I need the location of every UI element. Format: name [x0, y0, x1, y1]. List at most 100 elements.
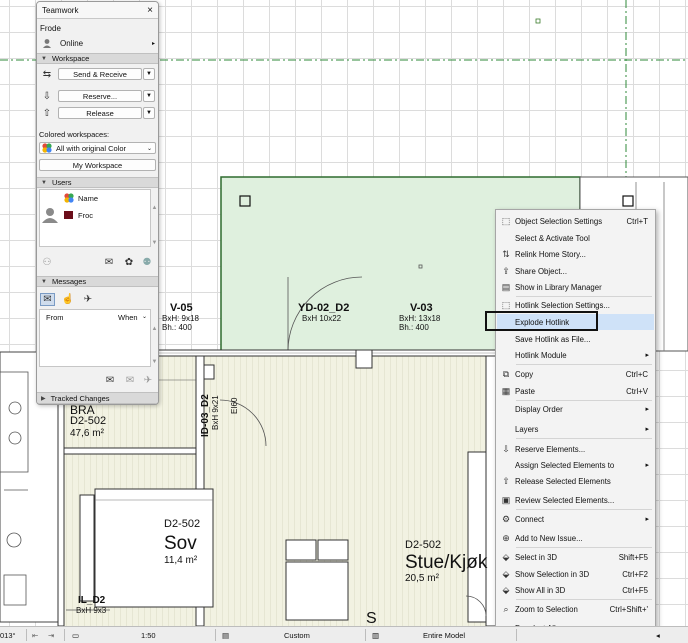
- send-receive-dropdown[interactable]: ▼: [143, 68, 155, 80]
- expand-caret-icon: ▶: [41, 395, 46, 402]
- menu-item-reserve-elements[interactable]: ⇩ Reserve Elements...: [497, 441, 654, 457]
- menu-item-label: Reserve Elements...: [515, 444, 586, 454]
- menu-separator: [516, 437, 652, 439]
- workspace-section-header[interactable]: ▼ Workspace: [37, 53, 158, 64]
- model-filter-icon[interactable]: ▥: [372, 627, 379, 643]
- room-name-stue: Stue/Kjøk: [405, 552, 488, 573]
- menu-item-shortcut: Ctrl+F5: [622, 585, 648, 595]
- my-workspace-button[interactable]: My Workspace: [39, 159, 156, 171]
- window-height-v03: Bh.: 400: [399, 323, 429, 332]
- messages-column-when: When: [118, 313, 138, 322]
- menu-item-connect[interactable]: ⚙ Connect ▸: [497, 511, 654, 527]
- menu-item-hotlink-selection-settings[interactable]: ⬚ Hotlink Selection Settings...: [497, 297, 654, 313]
- user-status-icon: [43, 39, 51, 48]
- color-mode-select[interactable]: All with original Color ⌄: [39, 142, 156, 154]
- messages-inbox-icon[interactable]: ✉: [40, 293, 55, 306]
- menu-item-icon: ⬚: [501, 215, 511, 226]
- status-menu-arrow-icon[interactable]: ▸: [152, 40, 155, 47]
- color-wheel-icon[interactable]: ✿: [123, 256, 135, 268]
- menu-item-layers[interactable]: Layers ▸: [497, 421, 654, 437]
- users-header-label: Users: [51, 178, 72, 187]
- window-tag-v03: V-03: [410, 302, 433, 314]
- online-status-row[interactable]: Online ▸: [37, 37, 158, 49]
- room-area-stue: 20,5 m²: [405, 573, 439, 584]
- undo-icon[interactable]: ⇤: [32, 627, 38, 643]
- menu-item-share-object[interactable]: ⇪ Share Object...: [497, 263, 654, 279]
- teamwork-title: Teamwork: [42, 5, 79, 15]
- send-receive-button[interactable]: Send & Receive: [58, 68, 142, 80]
- menu-item-show-all-in-3d[interactable]: ⬙ Show All in 3D Ctrl+F5: [497, 582, 654, 598]
- menu-item-icon: ⇅: [502, 248, 510, 259]
- reply-icon[interactable]: ✉: [123, 374, 137, 386]
- window-tag-il: IL_D2: [78, 595, 106, 606]
- menu-item-shortcut: Ctrl+F2: [622, 569, 648, 579]
- menu-item-label: Display Order: [515, 404, 563, 414]
- submenu-arrow-icon: ▸: [645, 516, 649, 523]
- messages-section-header[interactable]: ▼ Messages: [37, 276, 158, 287]
- menu-item-zoom-to-selection[interactable]: ⌕ Zoom to Selection Ctrl+Shift+': [497, 601, 654, 617]
- scroll-down-icon[interactable]: ▼: [151, 359, 158, 365]
- user-list-entry[interactable]: Froc: [78, 211, 93, 220]
- pen-set-value[interactable]: Custom: [284, 627, 310, 643]
- release-dropdown[interactable]: ▼: [143, 107, 155, 119]
- menu-item-object-selection-settings[interactable]: ⬚ Object Selection Settings Ctrl+T: [497, 213, 654, 229]
- menu-item-select-in-3d[interactable]: ⬙ Select in 3D Shift+F5: [497, 549, 654, 565]
- menu-item-add-to-new-issue[interactable]: ⊕ Add to New Issue...: [497, 530, 654, 546]
- user-avatar-icon: [42, 208, 58, 223]
- menu-item-review-selected-elements[interactable]: ▣ Review Selected Elements...: [497, 492, 654, 508]
- send-message-icon[interactable]: ✉: [103, 256, 115, 268]
- new-message-icon[interactable]: ✉: [103, 374, 117, 386]
- reserve-icon: ⇩: [42, 90, 52, 102]
- menu-item-paste[interactable]: ▦ Paste Ctrl+V: [497, 383, 654, 399]
- menu-item-icon: ⧉: [502, 368, 510, 379]
- menu-item-label: Assign Selected Elements to: [515, 460, 615, 470]
- scroll-down-icon[interactable]: ▼: [151, 240, 158, 246]
- scale-value[interactable]: 1:50: [141, 627, 156, 643]
- user-group-icon[interactable]: ⚇: [41, 256, 53, 268]
- status-bar: 013° ⇤ ⇥ ▭ 1:50 ▤ Custom ▥ Entire Model …: [0, 626, 688, 643]
- menu-item-save-hotlink-as-file[interactable]: Save Hotlink as File...: [497, 331, 654, 347]
- menu-item-label: Connect: [515, 514, 545, 524]
- menu-item-explode-hotlink[interactable]: Explode Hotlink: [497, 314, 654, 330]
- menu-item-hotlink-module[interactable]: Hotlink Module ▸: [497, 347, 654, 363]
- model-filter-value[interactable]: Entire Model: [423, 627, 465, 643]
- pen-set-icon[interactable]: ▤: [222, 627, 229, 643]
- close-icon[interactable]: ×: [147, 5, 153, 16]
- forward-icon[interactable]: ✈: [141, 374, 155, 386]
- menu-item-display-order[interactable]: Display Order ▸: [497, 401, 654, 417]
- redo-icon[interactable]: ⇥: [48, 627, 54, 643]
- user-settings-icon[interactable]: ⚉: [141, 256, 153, 268]
- menu-item-show-selection-in-3d[interactable]: ⬙ Show Selection in 3D Ctrl+F2: [497, 566, 654, 582]
- teamwork-user-name: Frode: [40, 23, 61, 33]
- menu-item-select-activate-tool[interactable]: Select & Activate Tool: [497, 230, 654, 246]
- teamwork-title-bar[interactable]: Teamwork ×: [37, 2, 158, 19]
- tracked-changes-header[interactable]: ▶ Tracked Changes: [37, 392, 158, 404]
- menu-item-icon: ▦: [501, 385, 511, 396]
- menu-item-shortcut: Ctrl+T: [626, 216, 648, 226]
- users-list[interactable]: Name Froc: [39, 189, 151, 247]
- messages-list[interactable]: From When ⌄: [39, 309, 151, 367]
- submenu-arrow-icon: ▸: [645, 462, 649, 469]
- reserve-dropdown[interactable]: ▼: [143, 90, 155, 102]
- menu-item-show-in-library-manager[interactable]: ▤ Show in Library Manager: [497, 279, 654, 295]
- menu-item-relink-home-story[interactable]: ⇅ Relink Home Story...: [497, 246, 654, 262]
- scroll-up-icon[interactable]: ▲: [151, 205, 158, 211]
- menu-item-label: Paste: [515, 386, 535, 396]
- requests-icon[interactable]: ☝: [61, 293, 75, 306]
- sent-messages-icon[interactable]: ✈: [81, 293, 95, 306]
- menu-item-shortcut: Ctrl+C: [625, 369, 648, 379]
- menu-item-release-selected-elements[interactable]: ⇧ Release Selected Elements: [497, 473, 654, 489]
- menu-item-copy[interactable]: ⧉ Copy Ctrl+C: [497, 366, 654, 382]
- scroll-up-icon[interactable]: ▲: [151, 326, 158, 332]
- reserve-button[interactable]: Reserve...: [58, 90, 142, 102]
- menu-scroll-arrow-icon[interactable]: ◂: [656, 627, 660, 643]
- colored-workspaces-label: Colored workspaces:: [39, 129, 110, 139]
- scale-icon[interactable]: ▭: [72, 627, 79, 643]
- room-code-bra: D2-502: [70, 415, 107, 427]
- menu-item-assign-selected-elements-to[interactable]: Assign Selected Elements to ▸: [497, 457, 654, 473]
- room-code-stue: D2-502: [405, 539, 442, 551]
- menu-item-shortcut: Shift+F5: [618, 552, 648, 562]
- release-button[interactable]: Release: [58, 107, 142, 119]
- users-section-header[interactable]: ▼ Users: [37, 177, 158, 188]
- chevron-down-icon[interactable]: ⌄: [142, 313, 147, 320]
